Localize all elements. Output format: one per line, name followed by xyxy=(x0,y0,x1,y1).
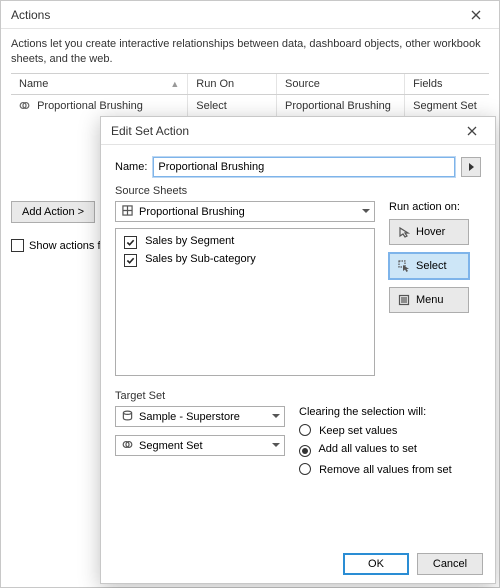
row-runon: Select xyxy=(188,95,277,117)
radio-icon[interactable] xyxy=(299,424,311,436)
action-name-input[interactable] xyxy=(153,157,455,177)
add-action-button[interactable]: Add Action > xyxy=(11,201,95,223)
col-name[interactable]: Name xyxy=(19,78,48,90)
actions-description: Actions let you create interactive relat… xyxy=(1,29,499,73)
run-menu-button[interactable]: Menu xyxy=(389,287,469,313)
cancel-button[interactable]: Cancel xyxy=(417,553,483,575)
target-datasource-select[interactable]: Sample - Superstore xyxy=(115,406,285,427)
actions-grid-row[interactable]: Proportional Brushing Select Proportiona… xyxy=(11,95,489,117)
chevron-down-icon xyxy=(272,440,280,452)
target-set-label: Target Set xyxy=(115,390,481,402)
show-actions-checkbox[interactable] xyxy=(11,239,24,252)
chevron-down-icon xyxy=(362,206,370,218)
source-sheet-item[interactable]: Sales by Segment xyxy=(124,235,366,249)
dashboard-icon xyxy=(122,205,133,219)
set-icon xyxy=(19,100,30,111)
ok-button[interactable]: OK xyxy=(343,553,409,575)
chevron-down-icon xyxy=(272,411,280,423)
row-fields: Segment Set xyxy=(405,95,489,117)
col-fields[interactable]: Fields xyxy=(405,74,489,94)
run-select-button[interactable]: Select xyxy=(389,253,469,279)
row-source: Proportional Brushing xyxy=(277,95,405,117)
set-icon xyxy=(122,439,133,453)
run-action-label: Run action on: xyxy=(389,201,481,213)
run-hover-button[interactable]: Hover xyxy=(389,219,469,245)
source-sheet-item[interactable]: Sales by Sub-category xyxy=(124,253,366,267)
actions-titlebar: Actions xyxy=(1,1,499,29)
clear-keep-option[interactable]: Keep set values xyxy=(299,424,452,437)
clear-remove-option[interactable]: Remove all values from set xyxy=(299,463,452,476)
close-icon[interactable] xyxy=(459,1,493,29)
show-actions-label: Show actions for xyxy=(29,240,110,252)
row-name: Proportional Brushing xyxy=(37,100,143,112)
source-sheets-list: Sales by Segment Sales by Sub-category xyxy=(115,228,375,376)
datasource-icon xyxy=(122,410,133,424)
col-source[interactable]: Source xyxy=(277,74,405,94)
source-sheets-label: Source Sheets xyxy=(115,185,481,197)
dialog-titlebar: Edit Set Action xyxy=(101,117,495,145)
radio-icon[interactable] xyxy=(299,463,311,475)
clearing-label: Clearing the selection will: xyxy=(299,406,452,418)
source-dashboard-select[interactable]: Proportional Brushing xyxy=(115,201,375,222)
dialog-close-icon[interactable] xyxy=(455,120,489,142)
sheet-checkbox[interactable] xyxy=(124,254,137,267)
actions-grid-header: Name ▲ Run On Source Fields xyxy=(11,73,489,95)
name-label: Name: xyxy=(115,161,147,173)
actions-title: Actions xyxy=(11,8,459,22)
clear-add-option[interactable]: Add all values to set xyxy=(299,443,452,457)
radio-icon[interactable] xyxy=(299,445,311,457)
target-set-select[interactable]: Segment Set xyxy=(115,435,285,456)
name-insert-menu-button[interactable] xyxy=(461,157,481,177)
sort-asc-icon[interactable]: ▲ xyxy=(170,79,179,89)
col-runon[interactable]: Run On xyxy=(188,74,277,94)
sheet-checkbox[interactable] xyxy=(124,236,137,249)
dialog-title: Edit Set Action xyxy=(111,124,455,138)
